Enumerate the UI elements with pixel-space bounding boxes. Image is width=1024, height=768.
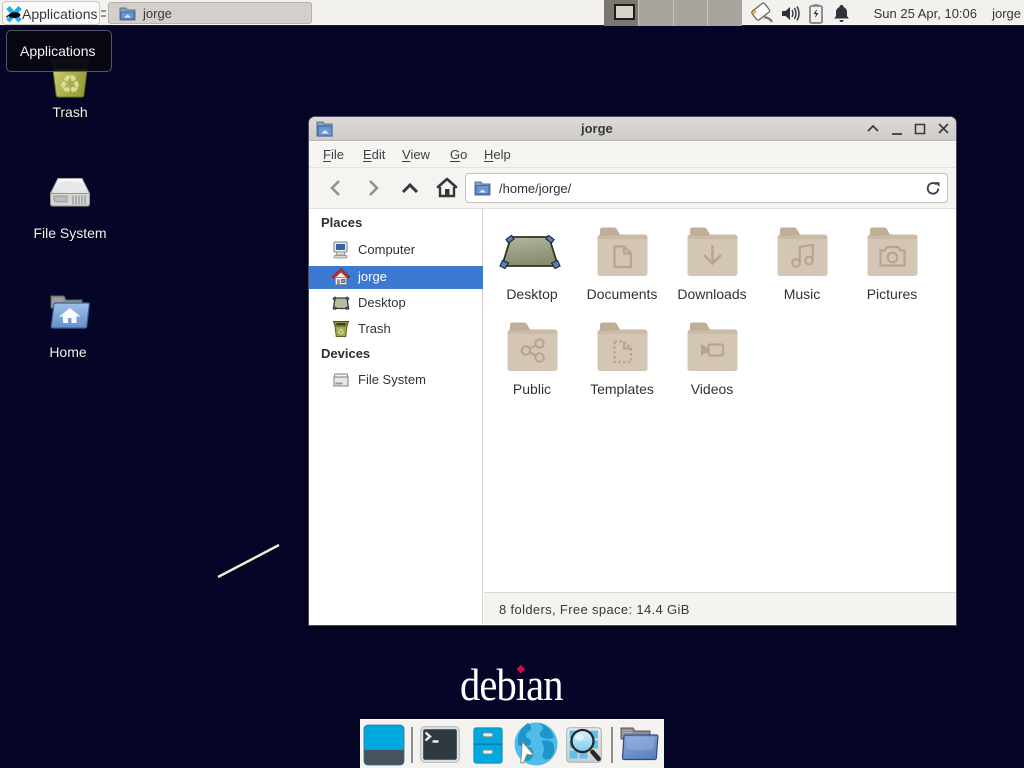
svg-text:♻: ♻ [59, 71, 81, 98]
svg-text:♻: ♻ [337, 328, 344, 337]
